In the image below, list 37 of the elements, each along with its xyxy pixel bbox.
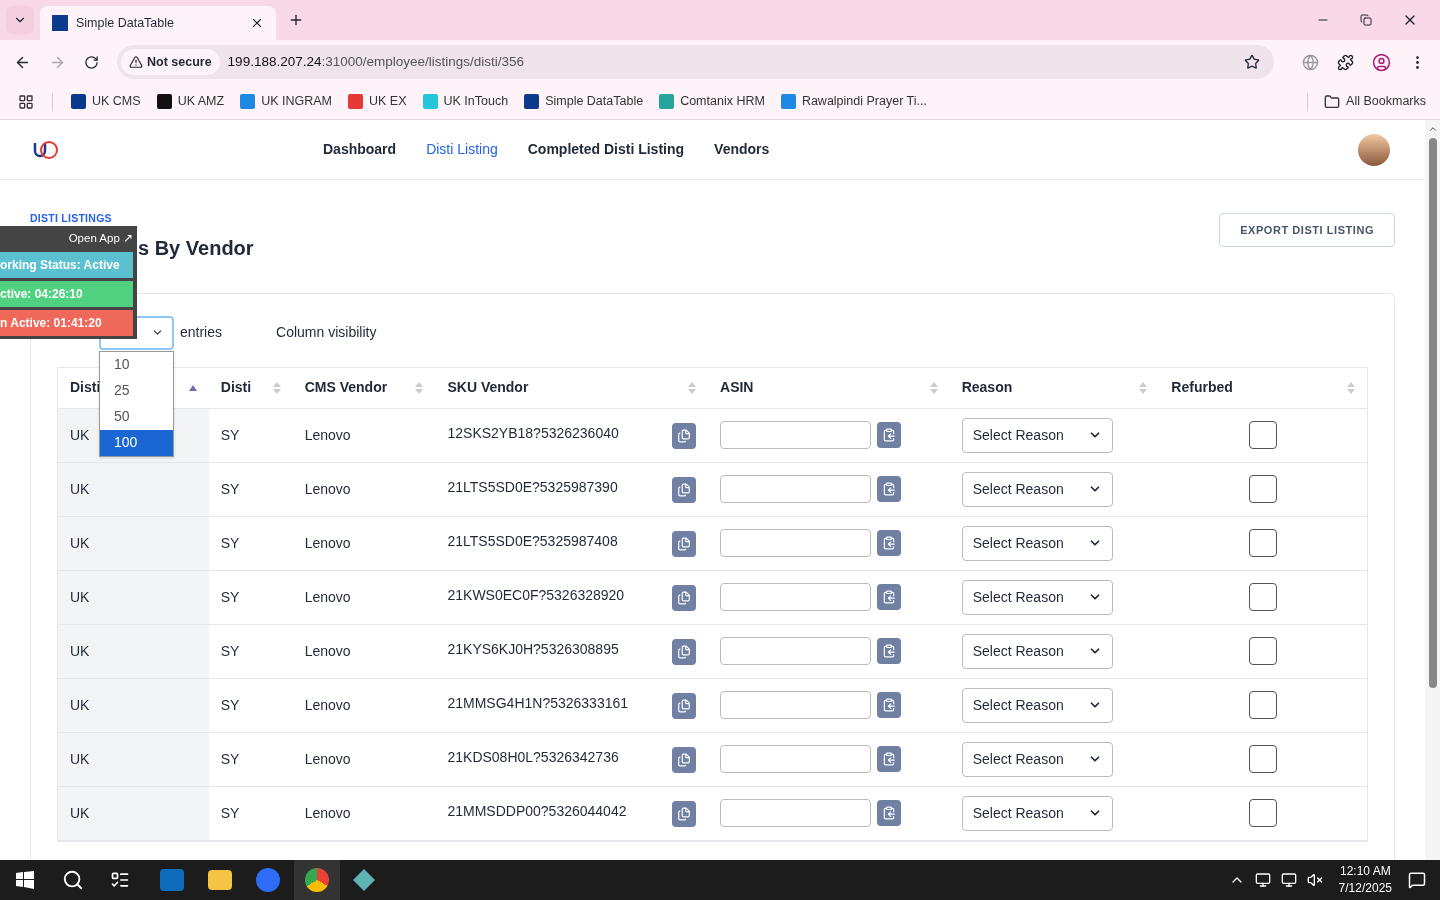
table-cell-text: SY	[219, 803, 241, 823]
table-cell-text: Lenovo	[303, 425, 352, 445]
table-cell-text: Lenovo	[303, 803, 352, 823]
table-cell: UK	[58, 570, 209, 624]
table-cell-text: SY	[219, 749, 241, 769]
table-cell-text: SY	[219, 479, 241, 499]
status-toast: ctive: 04:26:10	[0, 281, 133, 307]
table-cell-text: SY	[219, 533, 241, 553]
table-cell-text: Lenovo	[303, 587, 352, 607]
table-cell-text: 21MMSG4H1N?5326333161	[447, 693, 629, 713]
status-toast: n Active: 01:41:20	[0, 310, 133, 336]
table-cell-text: 12SKS2YB18?5326236040	[447, 423, 619, 443]
table-cell-text: 21KDS08H0L?5326342736	[447, 747, 619, 767]
status-toast: orking Status: Active	[0, 252, 133, 278]
table-cell: UK	[58, 516, 209, 570]
table-cell-text: SY	[219, 695, 241, 715]
table-cell-text: 21LTS5SD0E?5325987390	[447, 477, 618, 497]
table-cell: UK	[58, 462, 209, 516]
table-cell-text: SY	[219, 587, 241, 607]
table-cell-text: 21KWS0EC0F?5326328920	[447, 585, 625, 605]
table-cell: UK	[58, 624, 209, 678]
table-cell: UK	[58, 732, 209, 786]
page-heading: s By Vendor	[138, 235, 254, 261]
entries-label: entries	[180, 323, 223, 343]
table-cell-text: Lenovo	[303, 533, 352, 553]
table-cell: UK	[58, 786, 209, 840]
table-cell-text: SY	[219, 641, 241, 661]
table-cell-text: SY	[219, 425, 241, 445]
table-cell-text: Lenovo	[303, 641, 352, 661]
table-cell-text: 21MMSDDP00?5326044042	[447, 801, 627, 821]
table-cell: UK	[58, 678, 209, 732]
table-cell-text: Lenovo	[303, 695, 352, 715]
table-cell-text: 21KYS6KJ0H?5326308895	[447, 639, 619, 659]
table-cell-text: Lenovo	[303, 749, 352, 769]
url-text: 199.188.207.24:31000/employee/listings/disti/356	[227, 52, 525, 71]
table-cell-text: 21LTS5SD0E?5325987408	[447, 531, 618, 551]
table-cell-text: Lenovo	[303, 479, 352, 499]
